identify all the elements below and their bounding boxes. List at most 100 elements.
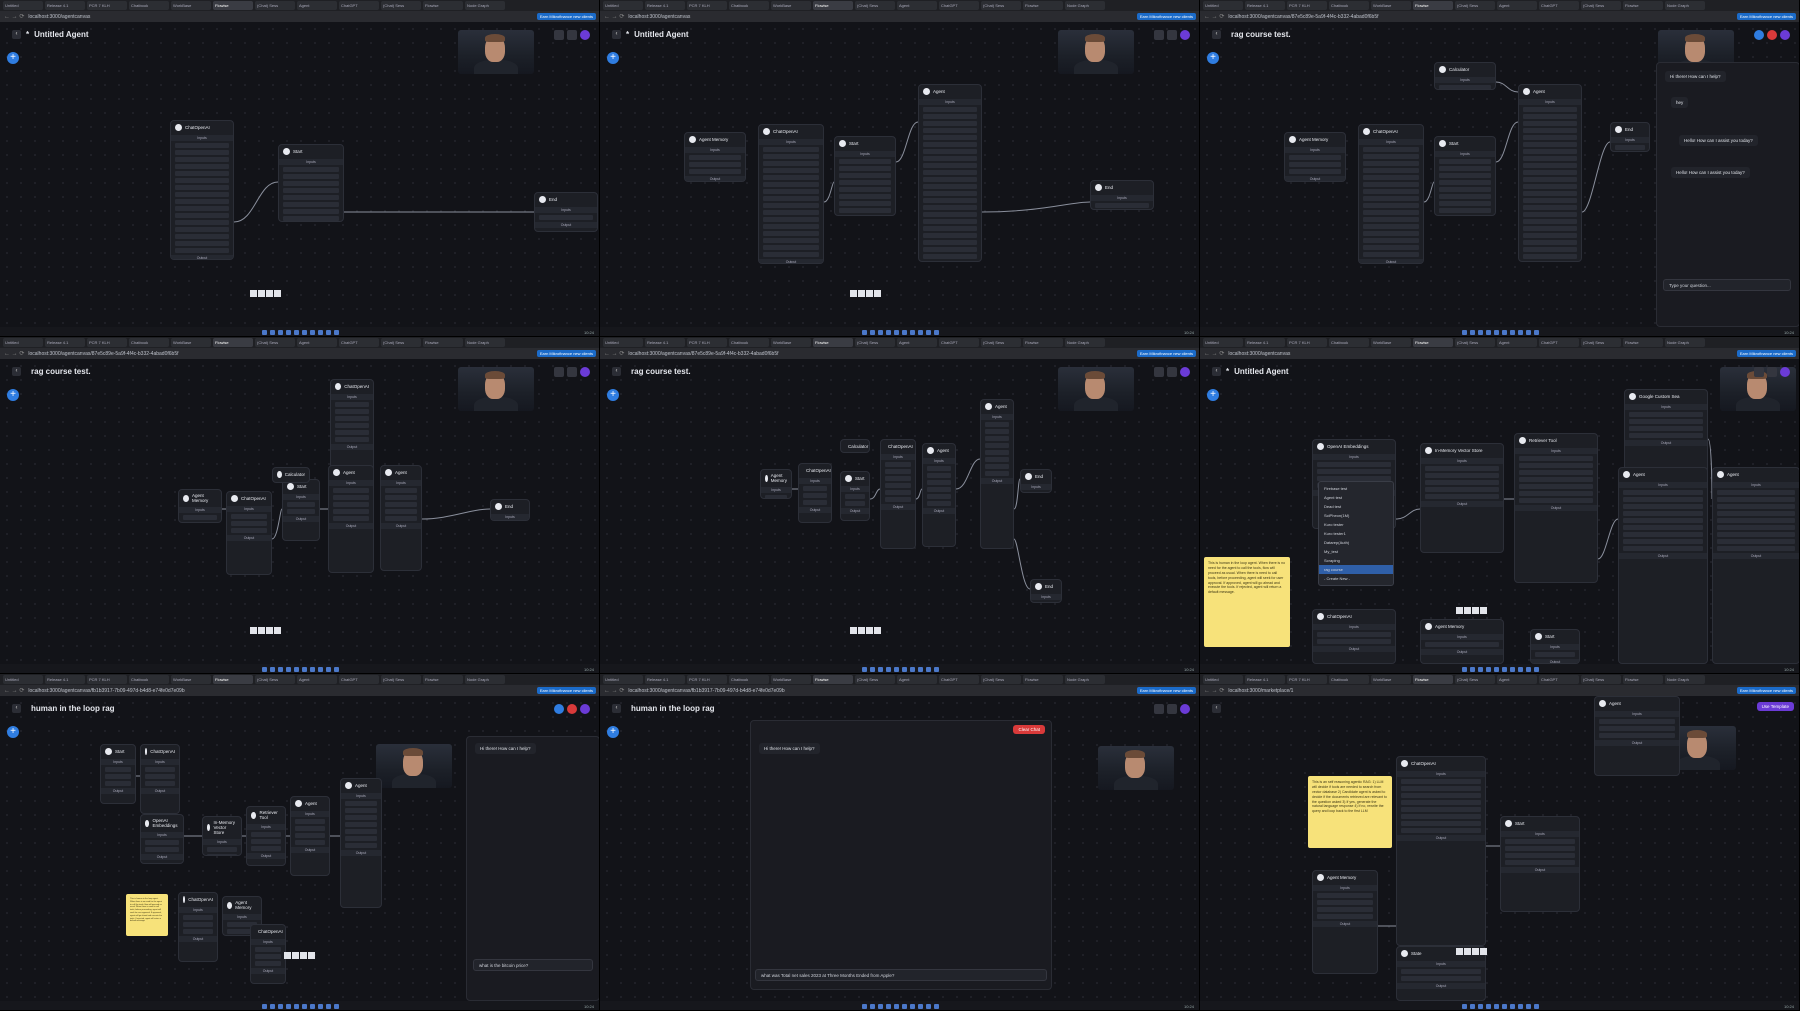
node-start[interactable]: Start Inputs Output <box>1434 136 1496 216</box>
node-field[interactable] <box>1317 893 1373 898</box>
dropdown-option[interactable]: rag course <box>1319 565 1393 574</box>
flow-canvas[interactable]: ‹ human in the loop rag + Start Inputs Output… <box>0 696 599 1001</box>
taskbar-app-icon[interactable] <box>285 1003 291 1009</box>
dropdown-option[interactable]: Kuro tester <box>1319 520 1393 529</box>
zoom-button[interactable] <box>1464 607 1471 614</box>
node-field[interactable] <box>1623 525 1703 530</box>
add-node-button[interactable]: + <box>7 389 19 401</box>
node-field[interactable] <box>345 808 377 813</box>
browser-tab[interactable]: ChatGPT <box>1539 338 1579 347</box>
taskbar-app-icon[interactable] <box>325 666 331 672</box>
browser-nav-icons[interactable]: ← → ⟳ <box>604 687 624 694</box>
node-field[interactable] <box>175 199 229 204</box>
browser-tab[interactable]: (Chat) Sess <box>855 675 895 684</box>
url-text[interactable]: localhost:3000/marketplace/1 <box>1228 688 1732 694</box>
taskbar-app-icon[interactable] <box>333 666 339 672</box>
browser-tab[interactable]: Untitled <box>3 675 43 684</box>
browser-tab[interactable]: WorkBase <box>771 1 811 10</box>
sticky-note[interactable]: This is human in the loop agent. When th… <box>126 894 168 936</box>
zoom-button[interactable] <box>266 627 273 634</box>
taskbar-app-icon[interactable] <box>1517 1003 1523 1009</box>
node-field[interactable] <box>845 494 865 499</box>
zoom-button[interactable] <box>866 290 873 297</box>
zoom-button[interactable] <box>266 290 273 297</box>
taskbar-app-icon[interactable] <box>285 329 291 335</box>
node-field[interactable] <box>923 247 977 252</box>
node-field[interactable] <box>923 170 977 175</box>
taskbar-app-icon[interactable] <box>269 329 275 335</box>
node-field[interactable] <box>1363 203 1419 208</box>
node-field[interactable] <box>923 149 977 154</box>
node-field[interactable] <box>1363 189 1419 194</box>
node-field[interactable] <box>175 185 229 190</box>
node-start[interactable]: Start Inputs Output <box>1500 816 1580 912</box>
node-field[interactable] <box>985 464 1009 469</box>
add-node-button[interactable]: + <box>7 726 19 738</box>
node-field[interactable] <box>985 443 1009 448</box>
zoom-controls[interactable] <box>1456 948 1487 955</box>
zoom-button[interactable] <box>308 952 315 959</box>
node-retriever-tool[interactable]: Retriever Tool Inputs Output <box>1514 433 1598 583</box>
node-field[interactable] <box>1629 433 1703 438</box>
node-field[interactable] <box>1629 426 1703 431</box>
node-field[interactable] <box>1425 642 1499 647</box>
browser-tab[interactable]: (Chat) Sess <box>1455 675 1495 684</box>
node-field[interactable] <box>1623 504 1703 509</box>
node-agent-memory[interactable]: Agent Memory Inputs Output <box>1312 870 1378 974</box>
node-field[interactable] <box>1439 187 1491 192</box>
node-field[interactable] <box>1439 166 1491 171</box>
node-agent-memory[interactable]: Agent Memory Inputs Output <box>1420 619 1504 664</box>
browser-address-bar[interactable]: ← → ⟳ localhost:3000/marketplace/1 Earn Mi… <box>1200 685 1799 696</box>
zoom-button[interactable] <box>1456 607 1463 614</box>
back-button[interactable]: ‹ <box>1212 367 1221 376</box>
browser-tab[interactable]: Release 4.1 <box>1245 338 1285 347</box>
node-chat-openai[interactable]: ChatOpenAI Inputs Output <box>140 744 180 814</box>
node-field[interactable] <box>1717 532 1795 537</box>
zoom-button[interactable] <box>850 290 857 297</box>
taskbar-app-icon[interactable] <box>885 1003 891 1009</box>
node-field[interactable] <box>1629 412 1703 417</box>
node-agent[interactable]: Agent Inputs Output <box>340 778 382 908</box>
zoom-button[interactable] <box>300 952 307 959</box>
zoom-controls[interactable] <box>250 627 281 634</box>
taskbar-app-icon[interactable] <box>861 1003 867 1009</box>
taskbar-app-icon[interactable] <box>293 666 299 672</box>
back-button[interactable]: ‹ <box>612 30 621 39</box>
node-field[interactable] <box>985 429 1009 434</box>
chat-input[interactable]: what is the bitcoin price? <box>473 959 593 971</box>
zoom-controls[interactable] <box>850 627 881 634</box>
zoom-button[interactable] <box>1480 948 1487 955</box>
browser-tab[interactable]: ChatGPT <box>939 1 979 10</box>
node-field[interactable] <box>1519 484 1593 489</box>
node-field[interactable] <box>923 226 977 231</box>
sticky-note[interactable]: This is an self reasoning agentic RAG: 1… <box>1308 776 1392 848</box>
zoom-button[interactable] <box>292 952 299 959</box>
browser-tab[interactable]: Chatbook <box>129 338 169 347</box>
taskbar-app-icon[interactable] <box>917 329 923 335</box>
node-field[interactable] <box>985 457 1009 462</box>
node-field[interactable] <box>333 509 369 514</box>
node-field[interactable] <box>1317 907 1373 912</box>
taskbar-app-icon[interactable] <box>333 329 339 335</box>
node-field[interactable] <box>1519 498 1593 503</box>
node-field[interactable] <box>839 194 891 199</box>
node-field[interactable] <box>923 163 977 168</box>
browser-address-bar[interactable]: ← → ⟳ localhost:3000/agentcanvas Earn Mikr… <box>0 11 599 22</box>
zoom-button[interactable] <box>874 627 881 634</box>
node-field[interactable] <box>295 840 325 845</box>
node-field[interactable] <box>105 781 131 786</box>
node-chat-openai[interactable]: ChatOpenAI Inputs Output <box>1396 756 1486 946</box>
node-field[interactable] <box>345 829 377 834</box>
browser-tab[interactable]: Chatbook <box>1329 338 1369 347</box>
node-field[interactable] <box>763 210 819 215</box>
node-field[interactable] <box>175 213 229 218</box>
browser-tab[interactable]: Release 4.1 <box>1245 1 1285 10</box>
node-field[interactable] <box>803 493 827 498</box>
taskbar-app-icon[interactable] <box>925 1003 931 1009</box>
url-text[interactable]: localhost:3000/agentcanvas/fb1b3917-7b09… <box>628 688 1132 694</box>
bookmark-chip[interactable]: Earn Mikrofinance new clients <box>1136 13 1196 20</box>
browser-tab[interactable]: Flowise <box>1413 1 1453 10</box>
node-field[interactable] <box>1599 726 1675 731</box>
node-field[interactable] <box>927 487 951 492</box>
node-agent-memory[interactable]: Agent Memory Inputs Output <box>1284 132 1346 182</box>
